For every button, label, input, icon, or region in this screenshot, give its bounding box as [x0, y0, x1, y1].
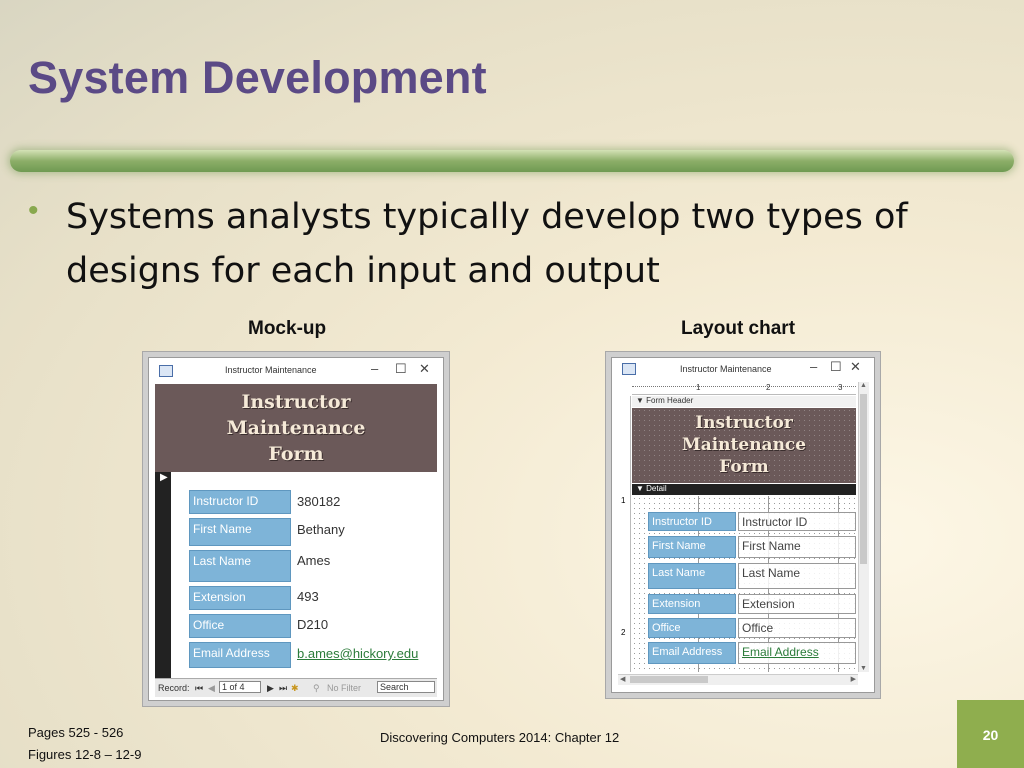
layout-label-office[interactable]: Office	[648, 618, 736, 638]
scroll-left-icon[interactable]: ◀	[620, 675, 625, 683]
field-label-last-name: Last Name	[189, 550, 291, 582]
form-icon	[159, 365, 173, 377]
field-value-extension[interactable]: 493	[297, 589, 319, 604]
no-filter-button[interactable]: No Filter	[327, 683, 361, 693]
page-number-box: 20	[957, 700, 1024, 768]
footer-figures: Figures 12-8 – 12-9	[28, 747, 142, 762]
bullet-text: Systems analysts typically develop two t…	[66, 197, 908, 291]
vertical-scrollbar[interactable]: ▲ ▼	[858, 382, 869, 672]
first-record-icon[interactable]: ⏮	[195, 683, 203, 694]
section-arrow-icon: ▼	[636, 396, 644, 405]
last-record-icon[interactable]: ⏭	[279, 683, 287, 694]
close-icon[interactable]: ✕	[850, 359, 861, 375]
record-label: Record:	[158, 683, 190, 693]
next-record-icon[interactable]: ▶	[267, 683, 274, 694]
mockup-window: Instructor Maintenance – ☐ ✕ ▶ Instructo…	[148, 357, 444, 701]
layout-textbox-last-name[interactable]: Last Name	[738, 563, 856, 589]
minimize-icon[interactable]: –	[810, 359, 817, 374]
banner-line: Maintenance	[681, 435, 807, 455]
new-record-icon[interactable]: ✱	[291, 683, 299, 694]
layout-chart-window: Instructor Maintenance – ☐ ✕ 1 2 3 1 2 ▼…	[611, 357, 875, 693]
banner-line: Maintenance	[226, 417, 366, 439]
minimize-icon[interactable]: –	[371, 361, 378, 376]
mockup-window-title: Instructor Maintenance	[225, 365, 317, 375]
ruler-mark: 2	[766, 383, 771, 392]
page-number: 20	[982, 727, 999, 743]
maximize-icon[interactable]: ☐	[395, 361, 407, 377]
layout-chart-caption: Layout chart	[681, 318, 796, 339]
layout-label-last-name[interactable]: Last Name	[648, 563, 736, 589]
field-value-email-address[interactable]: b.ames@hickory.edu	[297, 646, 418, 661]
layout-titlebar: Instructor Maintenance – ☐ ✕	[612, 358, 874, 380]
layout-textbox-office[interactable]: Office	[738, 618, 856, 638]
slide-title: System Development	[28, 52, 487, 103]
field-label-email-address: Email Address	[189, 642, 291, 668]
layout-window-title: Instructor Maintenance	[680, 364, 772, 374]
field-label-office: Office	[189, 614, 291, 638]
ruler-mark: 3	[838, 383, 843, 392]
form-header-section-bar[interactable]: ▼ Form Header	[632, 396, 856, 407]
form-icon	[622, 363, 636, 375]
layout-label-first-name[interactable]: First Name	[648, 536, 736, 558]
horizontal-ruler: 1 2 3	[632, 382, 856, 395]
footer-pages: Pages 525 - 526	[28, 725, 124, 740]
horizontal-scrollbar[interactable]: ◀ ▶	[618, 674, 858, 685]
field-label-first-name: First Name	[189, 518, 291, 546]
banner-line: Instructor	[695, 413, 793, 433]
record-selector-icon: ▶	[160, 472, 168, 483]
layout-form-banner[interactable]: Instructor Maintenance Form	[632, 408, 856, 483]
filter-icon[interactable]: ⚲	[313, 683, 320, 694]
layout-label-extension[interactable]: Extension	[648, 594, 736, 614]
detail-section-bar[interactable]: ▼ Detail	[632, 484, 856, 495]
scroll-right-icon[interactable]: ▶	[851, 675, 856, 683]
vertical-ruler: 1 2	[618, 396, 631, 672]
field-value-last-name[interactable]: Ames	[297, 553, 330, 568]
layout-textbox-instructor-id[interactable]: Instructor ID	[738, 512, 856, 531]
field-label-instructor-id: Instructor ID	[189, 490, 291, 514]
banner-line: Form	[268, 443, 324, 465]
ruler-mark: 2	[621, 628, 626, 637]
layout-label-instructor-id[interactable]: Instructor ID	[648, 512, 736, 531]
banner-line: Instructor	[241, 391, 351, 413]
record-number-input[interactable]: 1 of 4	[219, 681, 261, 693]
record-navigation-bar: Record: ⏮ ◀ 1 of 4 ▶ ⏭ ✱ ⚲ No Filter Sea…	[155, 678, 437, 697]
scroll-thumb[interactable]	[860, 394, 867, 564]
prev-record-icon[interactable]: ◀	[208, 683, 215, 694]
footer-book-title: Discovering Computers 2014: Chapter 12	[380, 730, 620, 745]
field-value-office[interactable]: D210	[297, 617, 328, 632]
field-label-extension: Extension	[189, 586, 291, 610]
close-icon[interactable]: ✕	[419, 361, 430, 377]
search-input[interactable]: Search	[377, 681, 435, 693]
banner-line: Form	[719, 457, 769, 477]
field-value-instructor-id[interactable]: 380182	[297, 494, 340, 509]
layout-textbox-first-name[interactable]: First Name	[738, 536, 856, 558]
mockup-caption: Mock-up	[248, 318, 327, 339]
detail-label: Detail	[646, 484, 667, 493]
maximize-icon[interactable]: ☐	[830, 359, 842, 375]
bullet-dot-icon: •	[28, 194, 39, 227]
scroll-up-icon[interactable]: ▲	[860, 382, 867, 389]
title-underline-bar	[10, 150, 1014, 172]
ruler-mark: 1	[621, 496, 626, 505]
footer-reference: Pages 525 - 526 Figures 12-8 – 12-9	[28, 722, 141, 766]
mockup-titlebar: Instructor Maintenance – ☐ ✕	[149, 358, 443, 384]
layout-textbox-email-address[interactable]: Email Address	[738, 642, 856, 664]
section-arrow-icon: ▼	[636, 484, 644, 493]
ruler-mark: 1	[696, 383, 701, 392]
scroll-down-icon[interactable]: ▼	[860, 665, 867, 672]
form-header-label: Form Header	[646, 396, 694, 405]
bullet-item: • Systems analysts typically develop two…	[28, 190, 988, 298]
field-value-first-name[interactable]: Bethany	[297, 522, 345, 537]
mockup-form-banner: Instructor Maintenance Form	[155, 384, 437, 472]
layout-textbox-extension[interactable]: Extension	[738, 594, 856, 614]
layout-label-email-address[interactable]: Email Address	[648, 642, 736, 664]
scroll-thumb[interactable]	[630, 676, 708, 683]
